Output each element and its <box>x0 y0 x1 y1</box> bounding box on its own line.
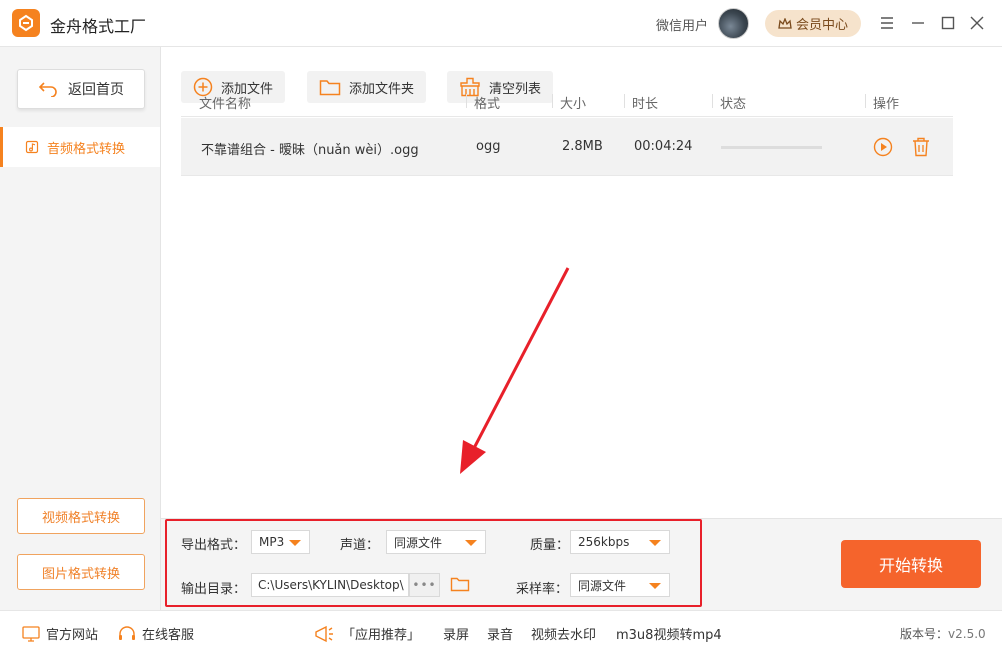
app-logo-icon <box>19 14 33 32</box>
headset-icon <box>119 625 135 640</box>
sidebar-item-audio-convert[interactable]: 音频格式转换 <box>0 127 160 167</box>
quality-select[interactable]: 256kbps <box>570 530 670 554</box>
conversion-progress-bar <box>721 146 822 149</box>
app-logo <box>12 9 40 37</box>
column-header-status: 状态 <box>720 97 747 112</box>
vip-center-label: 会员中心 <box>795 18 848 33</box>
music-file-icon <box>25 140 39 154</box>
sample-rate-select[interactable]: 同源文件 <box>570 573 670 597</box>
export-format-label: 导出格式： <box>181 538 247 553</box>
close-icon[interactable] <box>967 13 987 33</box>
channel-value: 同源文件 <box>394 535 443 550</box>
online-service-link[interactable]: 在线客服 <box>118 624 194 643</box>
image-convert-button[interactable]: 图片格式转换 <box>17 554 145 590</box>
file-name: 不靠谱组合 - 暧昧（nuǎn wèi）.ogg <box>201 143 419 158</box>
export-format-value: MP3 <box>259 535 285 549</box>
dropdown-caret-icon <box>465 540 477 546</box>
file-size: 2.8MB <box>562 139 603 154</box>
column-divider <box>712 94 713 108</box>
m3u8-to-mp4-link[interactable]: m3u8视频转mp4 <box>616 624 722 643</box>
dropdown-caret-icon <box>649 583 661 589</box>
maximize-icon[interactable] <box>938 13 958 33</box>
sidebar-item-label: 音频格式转换 <box>47 141 126 157</box>
start-convert-button[interactable]: 开始转换 <box>841 540 981 588</box>
menu-icon[interactable] <box>877 13 897 33</box>
channel-select[interactable]: 同源文件 <box>386 530 486 554</box>
version-label: 版本号： <box>900 627 949 641</box>
column-divider <box>466 94 467 108</box>
back-home-label: 返回首页 <box>68 82 124 98</box>
column-header-actions: 操作 <box>873 97 900 112</box>
crown-icon <box>778 17 792 29</box>
sample-rate-label: 采样率： <box>516 582 569 597</box>
screen-record-link[interactable]: 录屏 <box>443 624 469 643</box>
export-format-select[interactable]: MP3 <box>251 530 310 554</box>
sample-rate-value: 同源文件 <box>578 578 627 593</box>
video-watermark-link[interactable]: 视频去水印 <box>531 624 596 643</box>
video-convert-button[interactable]: 视频格式转换 <box>17 498 145 534</box>
file-duration: 00:04:24 <box>634 139 693 154</box>
browse-dots-button[interactable]: ••• <box>409 573 440 597</box>
user-name[interactable]: 微信用户 <box>656 15 708 34</box>
app-recommend-label: 「应用推荐」 <box>342 628 421 643</box>
version-info: 版本号：v2.5.0 <box>900 625 986 642</box>
output-dir-input[interactable] <box>251 573 409 597</box>
minimize-icon[interactable] <box>908 13 928 33</box>
app-recommend-link[interactable]: 「应用推荐」 <box>314 624 420 643</box>
official-website-link[interactable]: 官方网站 <box>22 624 98 643</box>
avatar[interactable] <box>718 8 749 39</box>
output-dir-label: 输出目录： <box>181 582 247 597</box>
dropdown-caret-icon <box>289 540 301 546</box>
audio-record-link[interactable]: 录音 <box>487 624 513 643</box>
back-arrow-icon <box>38 82 57 97</box>
megaphone-icon <box>315 625 333 642</box>
column-divider <box>624 94 625 108</box>
back-home-button[interactable]: 返回首页 <box>17 69 145 109</box>
sidebar: 返回首页 音频格式转换 视频格式转换 图片格式转换 <box>0 47 161 610</box>
dropdown-caret-icon <box>649 540 661 546</box>
file-table-header: 文件名称 格式 大小 时长 状态 操作 <box>181 85 953 117</box>
vip-center-button[interactable]: 会员中心 <box>765 10 861 37</box>
table-row[interactable]: 不靠谱组合 - 暧昧（nuǎn wèi）.ogg ogg 2.8MB 00:04… <box>181 118 953 176</box>
file-format: ogg <box>476 139 501 154</box>
column-divider <box>865 94 866 108</box>
version-value: v2.5.0 <box>948 627 986 641</box>
status-bar: 官方网站 在线客服 「应用推荐」 录屏 录音 视频去水印 m3u8视频转mp4 … <box>0 610 1002 652</box>
channel-label: 声道： <box>340 538 380 553</box>
column-header-format: 格式 <box>474 97 501 112</box>
title-bar: 金舟格式工厂 微信用户 会员中心 <box>0 0 1002 47</box>
play-icon[interactable] <box>872 136 894 158</box>
quality-label: 质量： <box>530 538 570 553</box>
open-folder-icon[interactable] <box>449 573 471 595</box>
column-header-duration: 时长 <box>632 97 659 112</box>
online-service-label: 在线客服 <box>142 628 195 643</box>
column-divider <box>552 94 553 108</box>
monitor-icon <box>22 625 40 642</box>
column-header-name: 文件名称 <box>199 97 252 112</box>
column-header-size: 大小 <box>560 97 587 112</box>
quality-value: 256kbps <box>578 535 630 549</box>
official-website-label: 官方网站 <box>46 628 99 643</box>
delete-icon[interactable] <box>910 136 932 158</box>
app-title: 金舟格式工厂 <box>50 17 147 36</box>
